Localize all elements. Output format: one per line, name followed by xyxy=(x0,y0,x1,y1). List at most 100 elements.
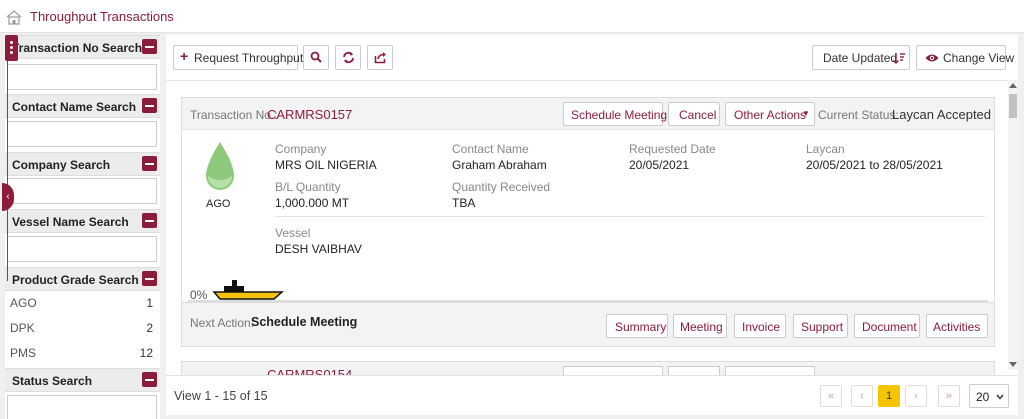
vessel-value: DESH VAIBHAV xyxy=(275,242,362,256)
product-grade-count: 1 xyxy=(146,296,153,310)
page-size-value: 20 xyxy=(976,390,990,404)
invoice-label: Invoice xyxy=(742,320,781,334)
main-panel: + Request Throughput Date Updated Change… xyxy=(166,35,1018,415)
transaction-no-link[interactable]: CARMRS0154 xyxy=(267,367,352,375)
next-action-value: Schedule Meeting xyxy=(251,315,358,329)
scroll-down-icon[interactable] xyxy=(1009,362,1017,367)
sidebar-section-vessel-name[interactable]: Vessel Name Search xyxy=(5,209,160,233)
minimize-icon[interactable] xyxy=(142,39,157,54)
minimize-icon[interactable] xyxy=(142,213,157,228)
product-grade-count: 2 xyxy=(146,321,153,335)
refresh-button[interactable] xyxy=(335,45,361,70)
request-throughput-button[interactable]: + Request Throughput xyxy=(173,45,303,70)
other-actions-dropdown[interactable]: Other Actions ▼ xyxy=(725,102,815,126)
change-view-label: Change View xyxy=(943,51,1015,65)
plus-icon: + xyxy=(180,48,189,64)
page-button-current[interactable]: 1 xyxy=(878,385,900,407)
meeting-button[interactable]: Meeting xyxy=(673,314,727,338)
schedule-meeting-label: Schedule Meeting xyxy=(571,108,668,122)
sidebar-section-transaction-no[interactable]: Transaction No Search xyxy=(5,35,160,59)
export-icon xyxy=(374,52,386,64)
cancel-button[interactable]: Cancel xyxy=(668,102,720,126)
scroll-thumb[interactable] xyxy=(1009,94,1017,118)
contact-name-search-input[interactable] xyxy=(7,121,157,147)
activities-label: Activities xyxy=(933,320,981,334)
summary-button[interactable]: Summary xyxy=(606,314,668,338)
toolbar-divider xyxy=(166,80,1018,81)
product-grade-item-ago[interactable]: AGO 1 xyxy=(5,293,160,313)
transaction-no-link[interactable]: CARMRS0157 xyxy=(267,107,352,122)
product-grade-name: DPK xyxy=(10,321,35,335)
meeting-label: Meeting xyxy=(680,320,723,334)
product-grade-name: PMS xyxy=(10,346,37,360)
sidebar-section-company[interactable]: Company Search xyxy=(5,152,160,176)
next-action-label: Next Action: xyxy=(190,316,255,330)
activities-button[interactable]: Activities xyxy=(926,314,988,338)
company-value: MRS OIL NIGERIA xyxy=(275,158,377,172)
vessel-name-search-input[interactable] xyxy=(7,236,157,262)
top-bar: Throughput Transactions xyxy=(0,0,1024,33)
search-icon xyxy=(310,51,322,63)
quantity-received-value: TBA xyxy=(452,196,476,210)
invoice-button[interactable]: Invoice xyxy=(734,314,786,338)
page-title: Throughput Transactions xyxy=(30,9,174,24)
search-sidebar: Transaction No Search Contact Name Searc… xyxy=(5,35,160,419)
sidebar-menu-handle[interactable] xyxy=(5,35,18,61)
sidebar-section-contact-name[interactable]: Contact Name Search xyxy=(5,94,160,118)
other-actions-label: Other Actions xyxy=(734,108,807,122)
sidebar-section-product-grade[interactable]: Product Grade Search xyxy=(5,267,160,291)
sidebar-section-label: Status Search xyxy=(12,374,93,388)
company-search-input[interactable] xyxy=(7,178,157,204)
laycan-label: Laycan xyxy=(806,142,845,156)
last-page-button[interactable]: » xyxy=(938,385,960,407)
scroll-up-icon[interactable] xyxy=(1009,83,1017,88)
export-button[interactable] xyxy=(367,45,393,70)
current-status-value: Laycan Accepted xyxy=(892,107,992,122)
change-view-button[interactable]: Change View xyxy=(916,45,1014,70)
cancel-label: Cancel xyxy=(679,108,717,122)
minimize-icon[interactable] xyxy=(142,271,157,286)
transaction-card-partial: CARMRS0154 xyxy=(181,361,995,375)
company-label: Company xyxy=(275,142,327,156)
requested-date-value: 20/05/2021 xyxy=(629,158,690,172)
date-updated-label: Date Updated xyxy=(823,51,898,65)
card-footer: Next Action: Schedule Meeting Summary Me… xyxy=(182,302,994,346)
records-count: View 1 - 15 of 15 xyxy=(174,389,268,403)
sidebar-section-label: Transaction No Search xyxy=(12,41,143,55)
sidebar-section-label: Contact Name Search xyxy=(12,100,137,114)
contact-name-value: Graham Abraham xyxy=(452,158,547,172)
transaction-no-search-input[interactable] xyxy=(7,64,157,90)
product-grade-item-dpk[interactable]: DPK 2 xyxy=(5,318,160,338)
minimize-icon[interactable] xyxy=(142,156,157,171)
minimize-icon[interactable] xyxy=(142,98,157,113)
support-button[interactable]: Support xyxy=(793,314,848,338)
minimize-icon[interactable] xyxy=(142,372,157,387)
chevron-down-icon xyxy=(996,394,1004,400)
document-button[interactable]: Document xyxy=(854,314,920,338)
quantity-received-label: Quantity Received xyxy=(452,180,551,194)
support-label: Support xyxy=(801,320,844,334)
pagination-footer: View 1 - 15 of 15 « ‹ 1 › » 20 xyxy=(166,375,1018,415)
bl-quantity-value: 1,000.000 MT xyxy=(275,196,350,210)
page-size-select[interactable]: 20 xyxy=(969,384,1009,408)
status-search-input[interactable] xyxy=(7,395,157,419)
prev-page-button[interactable]: ‹ xyxy=(851,385,873,407)
next-page-button[interactable]: › xyxy=(905,385,927,407)
product-grade-name: AGO xyxy=(10,296,37,310)
sidebar-section-label: Company Search xyxy=(12,158,111,172)
vertical-scrollbar[interactable] xyxy=(1008,80,1018,370)
first-page-button[interactable]: « xyxy=(820,385,842,407)
request-throughput-label: Request Throughput xyxy=(194,51,304,65)
search-button[interactable] xyxy=(303,45,329,70)
transaction-card: Transaction No.: CARMRS0157 Schedule Mee… xyxy=(181,97,995,347)
product-grade-item-pms[interactable]: PMS 12 xyxy=(5,343,160,363)
date-updated-sort-button[interactable]: Date Updated xyxy=(812,45,910,70)
eye-icon xyxy=(925,54,939,62)
laycan-value: 20/05/2021 to 28/05/2021 xyxy=(806,158,943,172)
sidebar-divider xyxy=(7,61,8,281)
requested-date-label: Requested Date xyxy=(629,142,716,156)
card-header: Transaction No.: CARMRS0157 Schedule Mee… xyxy=(182,98,994,130)
sidebar-section-status[interactable]: Status Search xyxy=(5,368,160,392)
schedule-meeting-button[interactable]: Schedule Meeting xyxy=(563,102,667,126)
document-label: Document xyxy=(862,320,917,334)
